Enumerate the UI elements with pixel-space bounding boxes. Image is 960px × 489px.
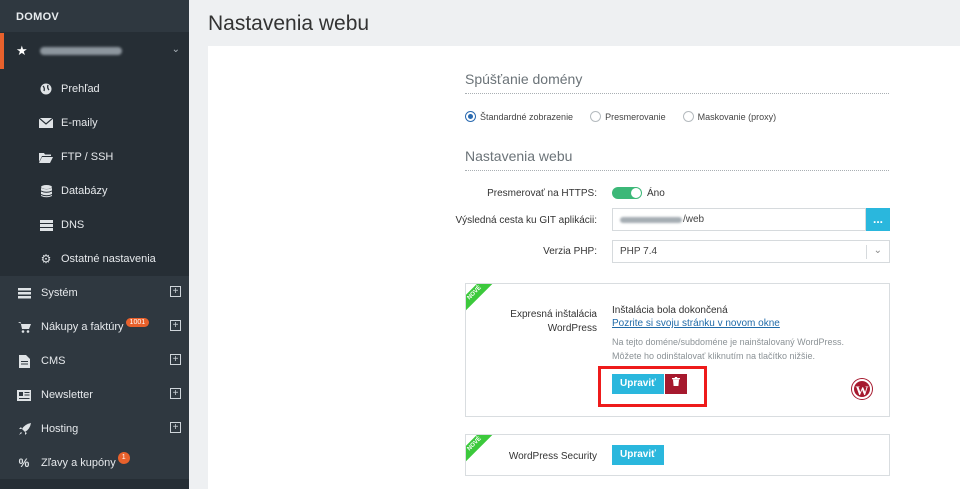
select-separator: [866, 245, 867, 259]
sidebar-item-label: Ostatné nastavenia: [61, 253, 156, 265]
expand-plus-icon[interactable]: +: [170, 354, 181, 365]
expand-plus-icon[interactable]: +: [170, 388, 181, 399]
sidebar-item-ftp-ssh[interactable]: FTP / SSH: [0, 140, 189, 174]
php-version-value: PHP 7.4: [620, 246, 658, 257]
edit-security-button[interactable]: Upraviť: [612, 445, 664, 465]
sidebar-item-hosting[interactable]: Hosting +: [0, 412, 189, 446]
radio-standard-view[interactable]: Štandardné zobrazenie: [465, 111, 573, 122]
sidebar-item-label: Databázy: [61, 185, 108, 197]
wordpress-install-label-line1: Expresná inštalácia: [510, 309, 597, 320]
sidebar-item-databazy[interactable]: Databázy: [0, 174, 189, 208]
highlight-frame: [598, 366, 707, 407]
page-title: Nastavenia webu: [208, 12, 370, 35]
install-status: Inštalácia bola dokončená: [612, 305, 728, 316]
sidebar-item-label: Newsletter: [41, 389, 93, 401]
domain-submenu: Prehľad E-maily FTP / SSH Databázy DNS ⚙…: [0, 69, 189, 276]
radio-label: Maskovanie (proxy): [697, 111, 777, 122]
domain-start-title: Spúšťanie domény: [465, 71, 583, 87]
sidebar-next-item-partial: [0, 479, 189, 489]
sidebar-item-label: Zľavy a kupóny: [41, 457, 116, 469]
https-label: Presmerovať na HTTPS:: [487, 188, 597, 199]
wordpress-logo-icon: W: [852, 379, 872, 399]
radio-label: Štandardné zobrazenie: [480, 111, 574, 122]
newspaper-icon: [16, 389, 32, 401]
php-version-label: Verzia PHP:: [543, 246, 597, 257]
document-icon: [16, 354, 32, 368]
sidebar-item-label: Prehľad: [61, 83, 100, 95]
settings-list-icon: [16, 287, 32, 299]
star-icon: ★: [16, 43, 28, 58]
https-toggle[interactable]: [612, 187, 642, 199]
radio-masking-proxy[interactable]: Maskovanie (proxy): [682, 111, 777, 122]
section-divider: [465, 170, 889, 171]
expand-plus-icon[interactable]: +: [170, 422, 181, 433]
percent-icon: %: [18, 456, 30, 470]
sidebar-item-label: Hosting: [41, 423, 79, 435]
sidebar-item-emaily[interactable]: E-maily: [0, 106, 189, 140]
install-note-line1: Na tejto doméne/subdoméne je nainštalova…: [612, 337, 844, 347]
globe-icon: [38, 83, 54, 95]
expand-plus-icon[interactable]: +: [170, 320, 181, 331]
chevron-down-icon[interactable]: ⌄: [172, 44, 180, 55]
gear-icon: ⚙: [40, 252, 52, 266]
radio-redirect[interactable]: Presmerovanie: [590, 111, 666, 122]
sidebar-domain-item[interactable]: ★ ⌄: [0, 33, 189, 69]
database-icon: [38, 184, 54, 198]
sidebar-item-label: FTP / SSH: [61, 151, 114, 163]
sidebar-item-label: Systém: [41, 287, 78, 299]
git-path-suffix: /web: [683, 214, 705, 225]
install-note-line2: Môžete ho odinštalovať kliknutím na tlač…: [612, 351, 815, 361]
radio-button[interactable]: [682, 111, 694, 122]
radio-label: Presmerovanie: [605, 111, 666, 122]
sidebar-item-dns[interactable]: DNS: [0, 208, 189, 242]
wordpress-install-label: Expresná inštalácia WordPress: [487, 308, 597, 336]
domain-name-blurred: [40, 47, 122, 55]
browse-path-button[interactable]: ...: [866, 208, 890, 231]
radio-button-selected[interactable]: [465, 111, 476, 122]
server-icon: [38, 219, 54, 231]
folder-open-icon: [38, 152, 54, 163]
sidebar-item-label: DNS: [61, 219, 85, 231]
sidebar-item-cms[interactable]: CMS +: [0, 344, 189, 378]
open-site-link[interactable]: Pozrite si svoju stránku v novom okne: [612, 318, 780, 329]
count-badge: 1001: [125, 317, 150, 327]
web-settings-title: Nastavenia webu: [465, 148, 573, 164]
sidebar-item-label: E-maily: [61, 117, 98, 129]
section-divider: [465, 93, 889, 94]
envelope-icon: [38, 118, 54, 128]
wordpress-install-label-line2: WordPress: [547, 323, 597, 334]
sidebar-item-system[interactable]: Systém +: [0, 276, 189, 310]
sidebar-item-ostatne-nastavenia[interactable]: ⚙ Ostatné nastavenia: [0, 242, 189, 276]
sidebar-header[interactable]: DOMOV: [0, 0, 189, 33]
https-toggle-value: Áno: [647, 188, 665, 199]
domain-start-radio-group: Štandardné zobrazenie Presmerovanie Mask…: [465, 111, 793, 122]
sidebar: DOMOV ★ ⌄ Prehľad E-maily FTP / SSH Data…: [0, 0, 189, 489]
sidebar-item-zlavy[interactable]: % Zľavy a kupóny 1: [0, 446, 189, 480]
cart-icon: [16, 321, 32, 333]
settings-panel: Spúšťanie domény Štandardné zobrazenie P…: [208, 46, 960, 489]
domain-name-blurred: [620, 216, 682, 223]
sidebar-item-nakupy[interactable]: Nákupy a faktúry 1001 +: [0, 310, 189, 344]
git-path-field[interactable]: /web: [612, 208, 866, 231]
rocket-icon: [16, 422, 32, 436]
sidebar-item-newsletter[interactable]: Newsletter +: [0, 378, 189, 412]
install-note: Na tejto doméne/subdoméne je nainštalova…: [612, 335, 872, 363]
wordpress-security-label: WordPress Security: [508, 451, 597, 462]
sidebar-item-label: CMS: [41, 355, 66, 367]
sidebar-item-label: Nákupy a faktúry: [41, 321, 124, 333]
radio-button[interactable]: [590, 111, 602, 122]
expand-plus-icon[interactable]: +: [170, 286, 181, 297]
sidebar-item-prehlad[interactable]: Prehľad: [0, 72, 189, 106]
git-path-label: Výsledná cesta ku GIT aplikácii:: [455, 215, 597, 226]
php-version-select[interactable]: PHP 7.4 ⌄: [612, 240, 890, 263]
chevron-down-icon: ⌄: [873, 245, 882, 256]
count-badge: 1: [117, 452, 130, 464]
